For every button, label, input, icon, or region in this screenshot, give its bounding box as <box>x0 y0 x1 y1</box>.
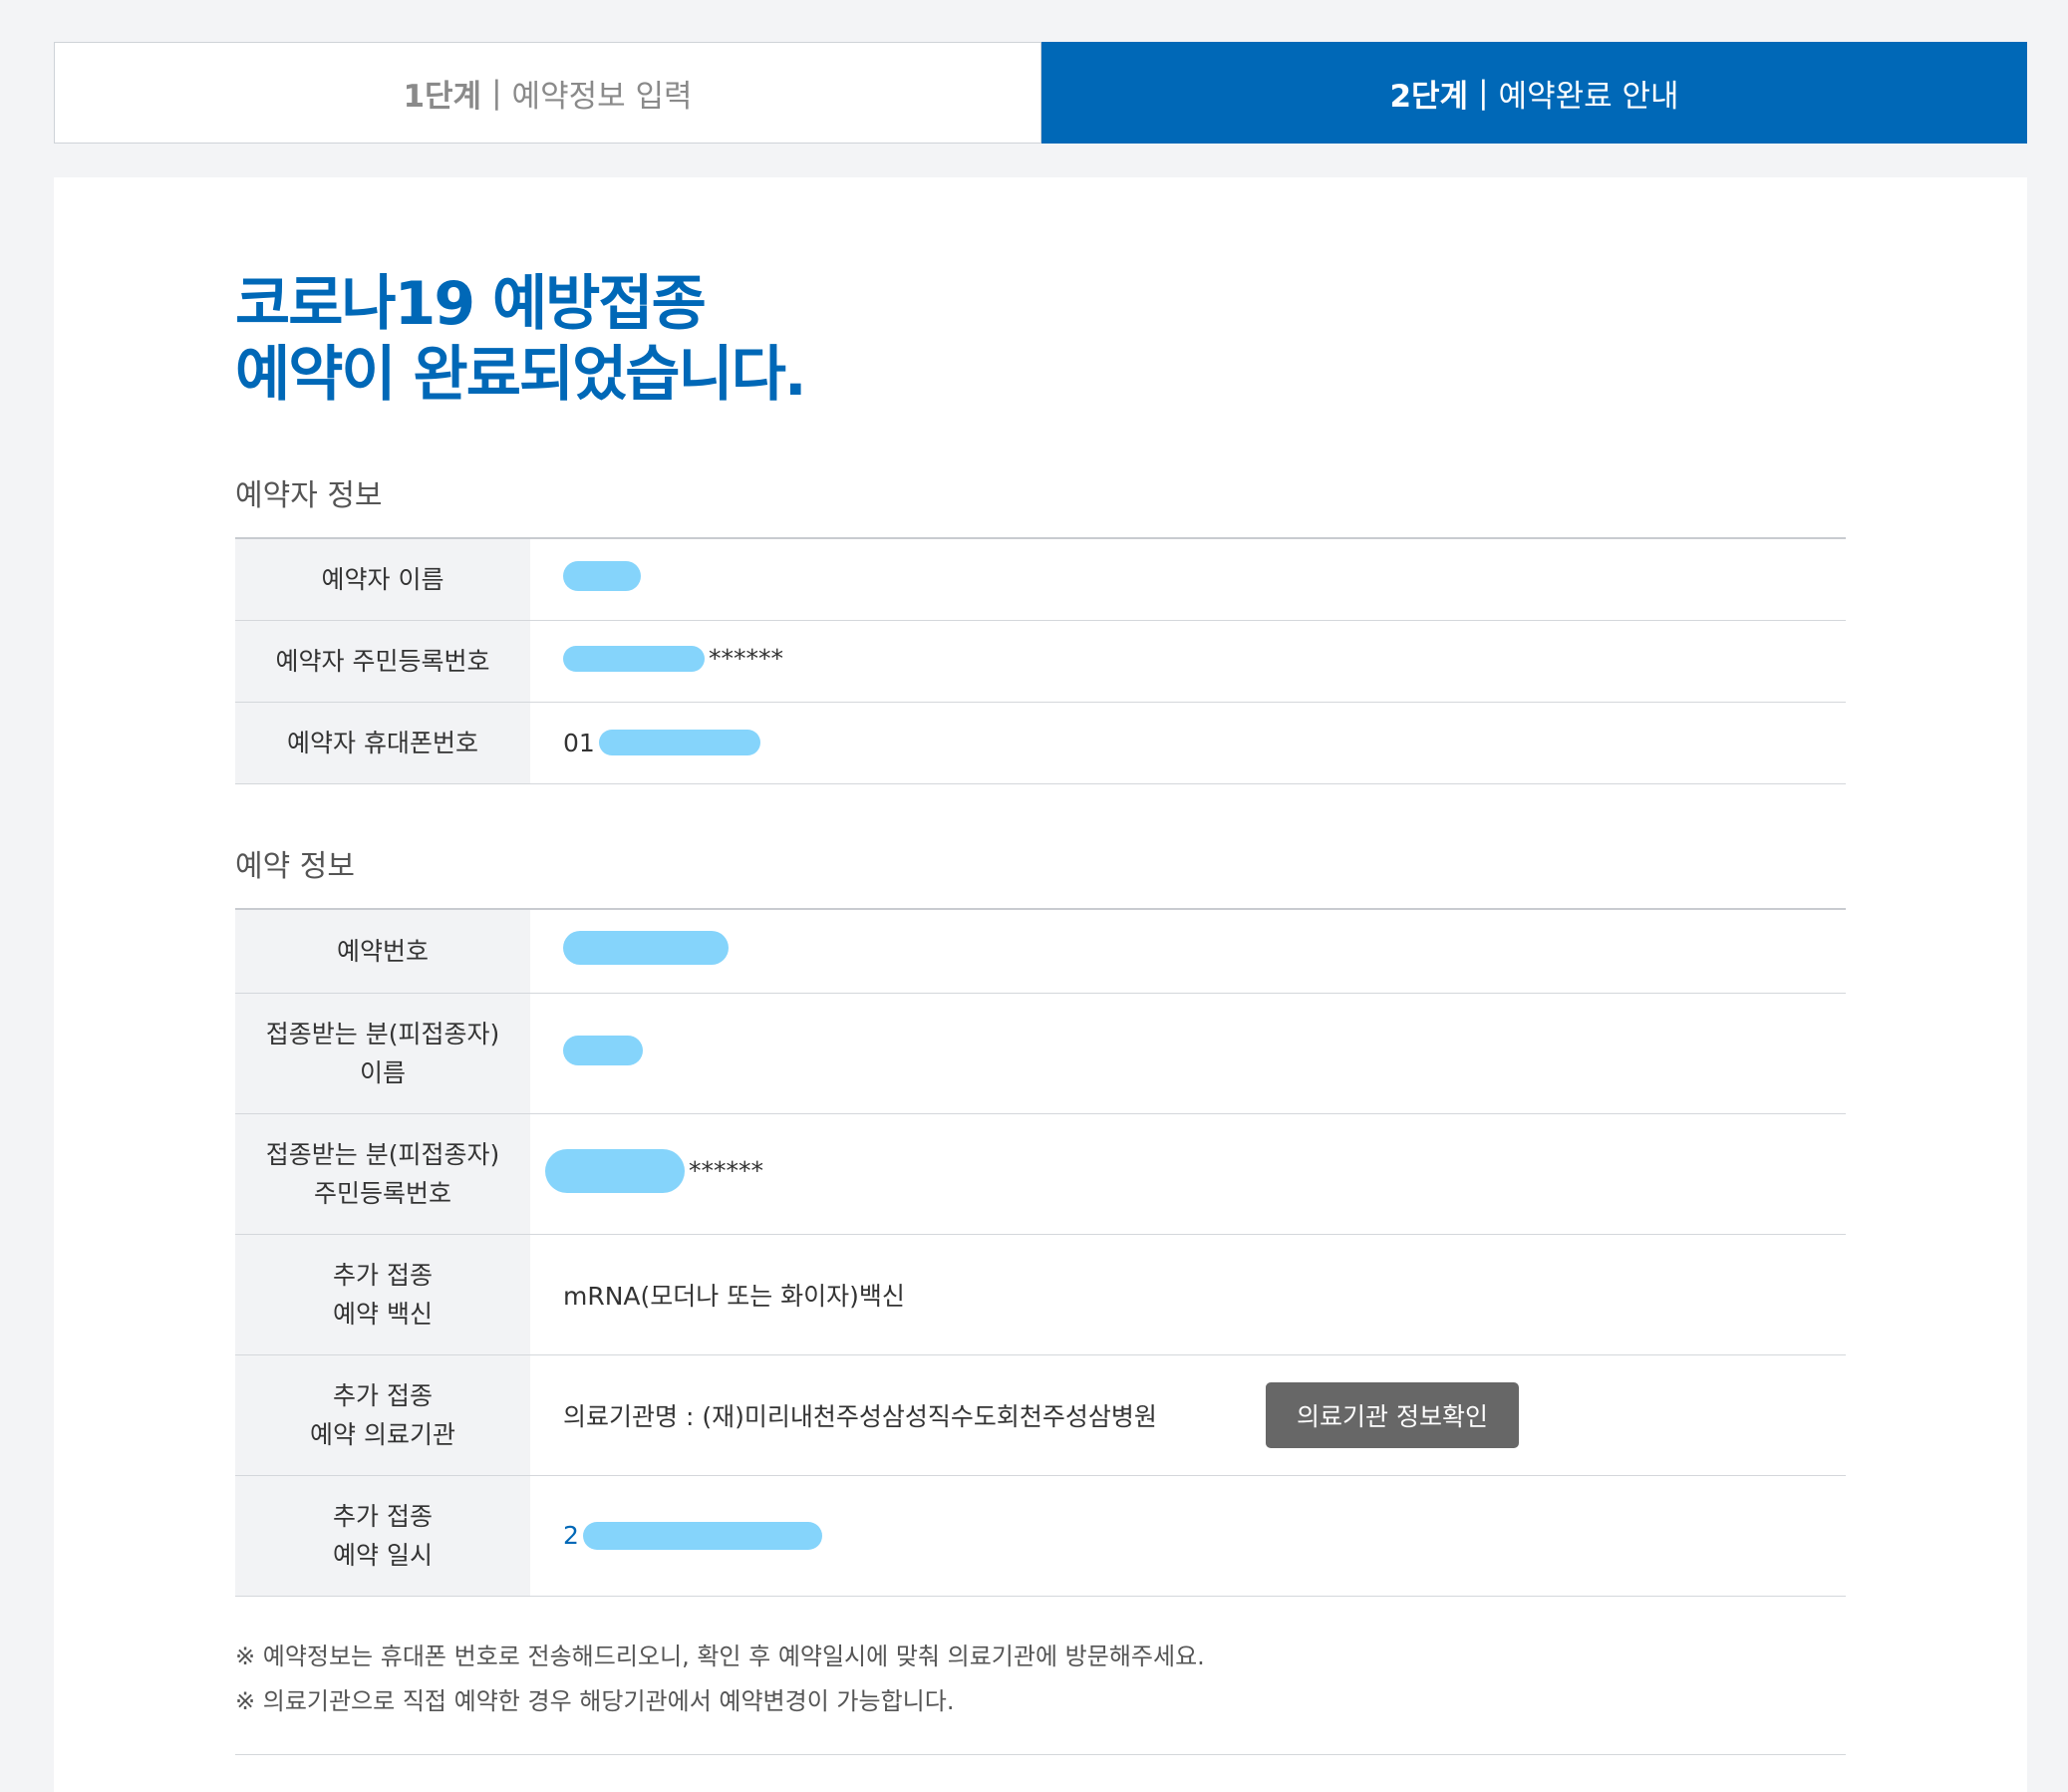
completion-card: 코로나19 예방접종 예약이 완료되었습니다. 예약자 정보 예약자 이름 예약… <box>54 177 2027 1792</box>
redacted-value: ****** <box>545 1148 763 1193</box>
reserver-name-value <box>530 538 1846 621</box>
recipient-id-suffix: ****** <box>689 1156 763 1185</box>
reservation-number-label: 예약번호 <box>235 909 530 994</box>
step-1-separator: | <box>491 75 502 111</box>
institution-info-button[interactable]: 의료기관 정보확인 <box>1266 1381 1519 1448</box>
notice-text: ※ 예약정보는 휴대폰 번호로 전송해드리오니, 확인 후 예약일시에 맞춰 의… <box>235 1635 1205 1724</box>
redaction-mark <box>563 931 729 966</box>
table-row: 추가 접종 예약 일시 2 <box>235 1475 1846 1597</box>
datetime-label-line1: 추가 접종 <box>333 1501 433 1531</box>
step-indicator: 1단계 | 예약정보 입력 2단계 | 예약완료 안내 <box>54 42 2027 144</box>
notice-line: ※ 의료기관으로 직접 예약한 경우 해당기관에서 예약변경이 가능합니다. <box>235 1687 955 1715</box>
redacted-value: 01 <box>563 729 760 757</box>
table-row: 예약자 이름 <box>235 538 1846 621</box>
step-2-number: 2단계 <box>1389 78 1469 115</box>
reservation-section-title: 예약 정보 <box>235 849 355 884</box>
reserver-id-suffix: ****** <box>709 644 783 674</box>
redaction-mark <box>563 645 705 672</box>
redacted-value: 2 <box>563 1521 822 1550</box>
reserver-phone-label: 예약자 휴대폰번호 <box>235 702 530 784</box>
reserver-name-label: 예약자 이름 <box>235 538 530 621</box>
table-row: 예약자 휴대폰번호 01 <box>235 702 1846 784</box>
vaccine-label: 추가 접종 예약 백신 <box>235 1234 530 1355</box>
table-row: 접종받는 분(피접종자) 이름 <box>235 993 1846 1114</box>
page-title-line1: 코로나19 예방접종 <box>235 269 707 339</box>
reserver-id-value: ****** <box>530 620 1846 703</box>
redaction-mark <box>563 561 641 592</box>
recipient-name-label-line2: 이름 <box>359 1057 406 1087</box>
institution-label-line2: 예약 의료기관 <box>310 1419 455 1449</box>
institution-label-line1: 추가 접종 <box>333 1380 433 1410</box>
table-row: 예약번호 <box>235 909 1846 994</box>
page-title: 코로나19 예방접종 예약이 완료되었습니다. <box>235 269 807 411</box>
table-row: 접종받는 분(피접종자) 주민등록번호 ****** <box>235 1113 1846 1235</box>
datetime-label-line2: 예약 일시 <box>333 1540 433 1570</box>
recipient-name-value <box>530 993 1846 1114</box>
step-1-number: 1단계 <box>403 78 482 115</box>
recipient-id-label-line2: 주민등록번호 <box>313 1178 451 1208</box>
reserver-info-table: 예약자 이름 예약자 주민등록번호 ****** 예약자 휴대폰번호 01 <box>235 537 1846 784</box>
redaction-mark <box>563 1035 643 1065</box>
page-title-line2: 예약이 완료되었습니다. <box>235 340 807 410</box>
recipient-id-value: ****** <box>530 1113 1846 1235</box>
step-1-tab: 1단계 | 예약정보 입력 <box>54 42 1041 144</box>
redacted-value <box>563 561 641 592</box>
vaccine-label-line1: 추가 접종 <box>333 1260 433 1290</box>
institution-value-cell: 의료기관명 : (재)미리내천주성삼성직수도회천주성삼병원 의료기관 정보확인 <box>530 1354 1846 1476</box>
recipient-id-label-line1: 접종받는 분(피접종자) <box>265 1139 500 1169</box>
redacted-value <box>563 1035 643 1065</box>
recipient-id-label: 접종받는 분(피접종자) 주민등록번호 <box>235 1113 530 1235</box>
reserver-section-title: 예약자 정보 <box>235 478 383 513</box>
redaction-mark <box>598 730 760 755</box>
datetime-label: 추가 접종 예약 일시 <box>235 1475 530 1597</box>
step-2-label: 예약완료 안내 <box>1498 78 1679 115</box>
institution-label: 추가 접종 예약 의료기관 <box>235 1354 530 1476</box>
redaction-mark <box>582 1521 822 1550</box>
reserver-phone-prefix: 01 <box>563 728 595 757</box>
reserver-id-label: 예약자 주민등록번호 <box>235 620 530 703</box>
table-row: 추가 접종 예약 백신 mRNA(모더나 또는 화이자)백신 <box>235 1234 1846 1355</box>
table-row: 추가 접종 예약 의료기관 의료기관명 : (재)미리내천주성삼성직수도회천주성… <box>235 1354 1846 1476</box>
datetime-prefix: 2 <box>563 1521 579 1550</box>
redacted-value: ****** <box>563 644 783 673</box>
recipient-name-label: 접종받는 분(피접종자) 이름 <box>235 993 530 1114</box>
institution-row: 의료기관명 : (재)미리내천주성삼성직수도회천주성삼병원 의료기관 정보확인 <box>563 1381 1845 1448</box>
datetime-value: 2 <box>530 1475 1846 1597</box>
divider <box>235 1754 1846 1755</box>
recipient-name-label-line1: 접종받는 분(피접종자) <box>265 1019 500 1048</box>
institution-name: 의료기관명 : (재)미리내천주성삼성직수도회천주성삼병원 <box>563 1401 1157 1431</box>
notice-line: ※ 예약정보는 휴대폰 번호로 전송해드리오니, 확인 후 예약일시에 맞춰 의… <box>235 1643 1205 1670</box>
step-1-label: 예약정보 입력 <box>511 78 693 115</box>
table-row: 예약자 주민등록번호 ****** <box>235 620 1846 703</box>
step-2-tab: 2단계 | 예약완료 안내 <box>1041 42 2027 144</box>
reservation-number-value <box>530 909 1846 994</box>
vaccine-label-line2: 예약 백신 <box>333 1299 433 1329</box>
redacted-value <box>563 931 729 966</box>
redaction-mark <box>545 1148 685 1193</box>
reservation-info-table: 예약번호 접종받는 분(피접종자) 이름 접종받는 분(피접종자) 주민등록번호… <box>235 908 1846 1597</box>
vaccine-value: mRNA(모더나 또는 화이자)백신 <box>530 1234 1846 1355</box>
step-2-separator: | <box>1478 75 1489 111</box>
reserver-phone-value: 01 <box>530 702 1846 784</box>
